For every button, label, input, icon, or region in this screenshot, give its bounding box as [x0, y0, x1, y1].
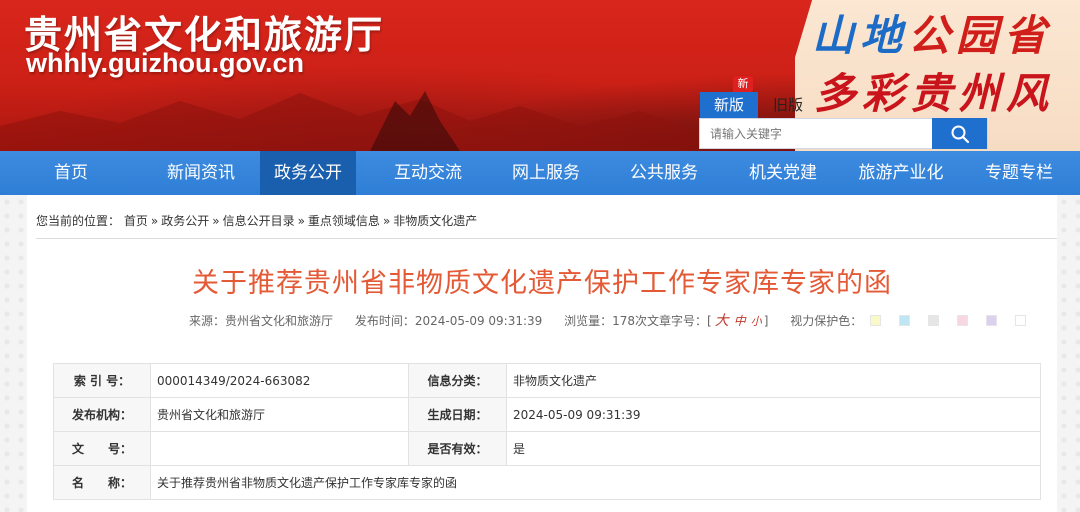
valid-value: 是	[506, 431, 1041, 466]
category-value: 非物质文化遗产	[506, 363, 1041, 398]
breadcrumb-item-intangible-heritage[interactable]: 非物质文化遗产	[393, 214, 477, 228]
article-meta: 来源：贵州省文化和旅游厅 发布时间：2024-05-09 09:31:39 浏览…	[189, 310, 1044, 330]
breadcrumb-separator: »	[382, 214, 391, 228]
breadcrumb-separator: »	[212, 214, 220, 228]
breadcrumb-item-key-areas[interactable]: 重点领域信息	[308, 214, 380, 228]
slogan-line-1-part-1: 山地	[812, 11, 909, 60]
created-date-label: 生成日期：	[408, 397, 507, 432]
breadcrumb-separator: »	[150, 214, 159, 228]
publisher-label: 发布机构：	[53, 397, 151, 432]
created-date-value: 2024-05-09 09:31:39	[506, 397, 1041, 432]
nav-item-party-building[interactable]: 机关党建	[727, 151, 839, 195]
nav-item-interaction[interactable]: 互动交流	[372, 151, 484, 195]
index-value: 000014349/2024-663082	[150, 363, 409, 398]
doc-number-label: 文 号：	[53, 431, 151, 466]
breadcrumb-separator: »	[297, 214, 305, 228]
breadcrumb: 您当前的位置： 首页» 政务公开» 信息公开目录» 重点领域信息» 非物质文化遗产	[36, 212, 477, 229]
slogan-line-1-part-2: 公园省	[908, 11, 1053, 60]
nav-item-home[interactable]: 首页	[0, 151, 142, 195]
font-size-label: 文章字号：[	[647, 314, 712, 328]
nav-item-public-service[interactable]: 公共服务	[608, 151, 720, 195]
breadcrumb-item-gov-affairs[interactable]: 政务公开	[161, 214, 209, 228]
font-size-small[interactable]: 小	[751, 315, 762, 328]
index-label: 索 引 号：	[53, 363, 151, 398]
name-value: 关于推荐贵州省非物质文化遗产保护工作专家库专家的函	[150, 465, 1041, 500]
nav-item-special-topics[interactable]: 专题专栏	[963, 151, 1075, 195]
left-background-pattern	[0, 195, 27, 512]
table-row: 发布机构： 贵州省文化和旅游厅 生成日期： 2024-05-09 09:31:3…	[53, 397, 1041, 432]
nav-item-online-service[interactable]: 网上服务	[490, 151, 602, 195]
nav-item-gov-affairs[interactable]: 政务公开	[260, 151, 356, 195]
table-row: 文 号： 是否有效： 是	[53, 431, 1041, 466]
eye-care-swatch[interactable]	[986, 315, 998, 326]
eye-care-swatch[interactable]	[899, 315, 911, 326]
article-views: 浏览量：178次	[564, 314, 648, 328]
eye-care-label: 视力保护色：	[790, 314, 863, 328]
table-row: 索 引 号： 000014349/2024-663082 信息分类： 非物质文化…	[53, 363, 1041, 398]
site-header: 贵州省文化和旅游厅 whhly.guizhou.gov.cn 山地公园省 多彩贵…	[0, 0, 1080, 151]
article-title: 关于推荐贵州省非物质文化遗产保护工作专家库专家的函	[192, 268, 892, 299]
site-domain: whhly.guizhou.gov.cn	[26, 48, 304, 78]
slogan-line-1: 山地公园省	[812, 2, 1052, 63]
font-size-medium[interactable]: 中	[734, 314, 746, 328]
right-background-pattern	[1057, 195, 1080, 512]
new-badge: 新	[733, 76, 753, 92]
search-input[interactable]	[700, 119, 934, 148]
search-box	[699, 118, 988, 149]
article-source: 来源：贵州省文化和旅游厅	[189, 314, 334, 328]
valid-label: 是否有效：	[408, 431, 507, 466]
info-table: 索 引 号： 000014349/2024-663082 信息分类： 非物质文化…	[53, 363, 1041, 500]
doc-number-value	[150, 431, 409, 466]
search-button[interactable]	[932, 118, 987, 149]
search-icon	[951, 125, 969, 143]
nav-item-news[interactable]: 新闻资讯	[142, 151, 260, 195]
main-content: 您当前的位置： 首页» 政务公开» 信息公开目录» 重点领域信息» 非物质文化遗产 关于…	[27, 195, 1057, 512]
breadcrumb-divider	[36, 238, 1057, 239]
nav-item-tourism-industry[interactable]: 旅游产业化	[845, 151, 957, 195]
font-size-close: ]	[763, 314, 769, 328]
eye-care-swatches	[870, 314, 1044, 328]
category-label: 信息分类：	[408, 363, 507, 398]
eye-care-swatch[interactable]	[928, 315, 940, 326]
eye-care-swatch[interactable]	[957, 315, 969, 326]
eye-care-swatch[interactable]	[1015, 315, 1027, 326]
table-row: 名 称： 关于推荐贵州省非物质文化遗产保护工作专家库专家的函	[53, 465, 1041, 500]
name-label: 名 称：	[53, 465, 151, 500]
old-version-tab[interactable]: 旧版	[768, 92, 808, 119]
breadcrumb-item-home[interactable]: 首页	[124, 214, 148, 228]
main-nav: 首页 新闻资讯 政务公开 互动交流 网上服务 公共服务 机关党建 旅游产业化 专…	[0, 151, 1080, 195]
slogan-line-2: 多彩贵州风	[814, 69, 1055, 118]
breadcrumb-prefix: 您当前的位置：	[36, 214, 121, 228]
new-version-tab[interactable]: 新版	[700, 92, 758, 119]
eye-care-swatch[interactable]	[870, 315, 882, 326]
font-size-large[interactable]: 大	[715, 313, 729, 329]
publisher-value: 贵州省文化和旅游厅	[150, 397, 409, 432]
breadcrumb-item-info-directory[interactable]: 信息公开目录	[223, 214, 295, 228]
article-publish-time: 发布时间：2024-05-09 09:31:39	[354, 314, 543, 328]
